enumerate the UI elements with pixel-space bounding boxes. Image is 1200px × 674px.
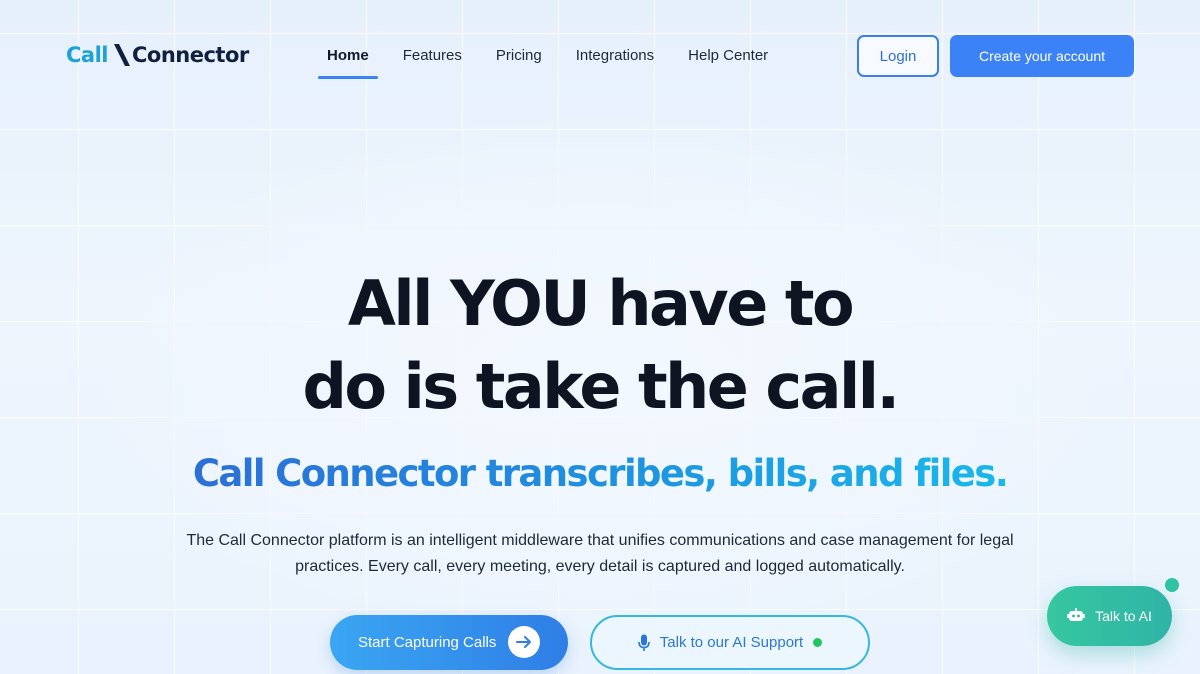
chat-notification-dot <box>1165 578 1179 592</box>
talk-to-ai-widget-button[interactable]: Talk to AI <box>1047 586 1172 646</box>
create-account-button[interactable]: Create your account <box>950 35 1134 77</box>
talk-to-ai-label: Talk to AI <box>1095 608 1152 624</box>
nav-help-center[interactable]: Help Center <box>671 36 785 76</box>
logo-text-connector: Connector <box>131 43 249 67</box>
hero-title-line1: All YOU have to <box>347 267 855 340</box>
hero-description: The Call Connector platform is an intell… <box>150 528 1050 580</box>
start-capturing-calls-label: Start Capturing Calls <box>358 634 497 651</box>
nav-pricing[interactable]: Pricing <box>479 36 559 76</box>
hero-subtitle: Call Connector transcribes, bills, and f… <box>0 449 1200 499</box>
main-nav: Home Features Pricing Integrations Help … <box>310 36 785 79</box>
arrow-right-icon <box>508 626 540 658</box>
hero-subtitle-text: Call Connector transcribes, bills, and f… <box>192 452 1009 495</box>
hero-title: All YOU have to do is take the call. <box>0 262 1200 428</box>
logo-text-call: Call <box>66 43 108 67</box>
hero-description-line2: practices. Every call, every meeting, ev… <box>295 558 905 575</box>
robot-icon <box>1067 608 1086 621</box>
nav-home[interactable]: Home <box>310 36 386 79</box>
start-capturing-calls-button[interactable]: Start Capturing Calls <box>330 615 568 670</box>
hero-title-line2: do is take the call. <box>302 350 900 423</box>
online-status-dot <box>813 638 823 647</box>
logo[interactable]: Call Connector <box>66 42 249 68</box>
site-header: Call Connector Home Features Pricing Int… <box>0 0 1200 112</box>
talk-to-ai-support-button[interactable]: Talk to our AI Support <box>590 615 870 670</box>
nav-integrations[interactable]: Integrations <box>559 36 671 76</box>
hero-description-line1: The Call Connector platform is an intell… <box>186 532 1014 549</box>
microphone-icon <box>637 634 650 651</box>
login-button[interactable]: Login <box>857 35 939 77</box>
nav-features[interactable]: Features <box>386 36 479 76</box>
logo-slash-icon <box>113 44 130 66</box>
talk-to-ai-support-label: Talk to our AI Support <box>659 634 804 651</box>
